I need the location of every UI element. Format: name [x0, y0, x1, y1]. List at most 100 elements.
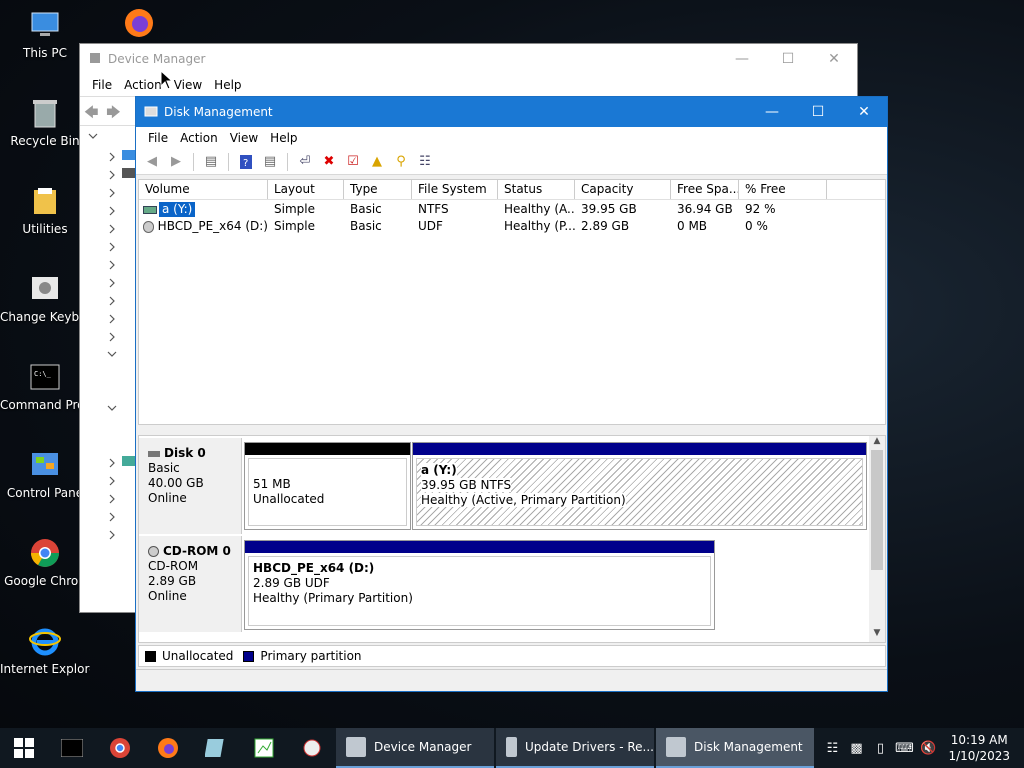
maximize-button[interactable]: ☐: [765, 44, 811, 74]
desktop-icon-this-pc[interactable]: This PC: [0, 8, 90, 61]
close-button[interactable]: ✕: [841, 97, 887, 127]
menu-file[interactable]: File: [86, 78, 118, 92]
taskbar-update-drivers[interactable]: Update Drivers - Re...: [496, 728, 654, 768]
desktop-icon-internet-explorer[interactable]: Internet Explorer: [0, 624, 90, 677]
maximize-button[interactable]: ☐: [795, 97, 841, 127]
device-manager-icon: [88, 51, 102, 68]
column-header-free-space[interactable]: Free Spa...: [671, 180, 739, 199]
desktop-icon-label: Control Pane: [6, 486, 84, 500]
column-header-file-system[interactable]: File System: [412, 180, 498, 199]
folder-icon: [28, 184, 62, 218]
volume-muted-icon[interactable]: 🔇: [916, 741, 940, 756]
volume-layout: Simple: [274, 202, 315, 216]
svg-text:C:\_: C:\_: [34, 370, 52, 378]
taskbar-notepad[interactable]: [192, 728, 240, 768]
search-folder-icon[interactable]: ⚲: [391, 152, 411, 172]
column-header-status[interactable]: Status: [498, 180, 575, 199]
legend-swatch-unallocated: [145, 650, 156, 662]
taskbar-firefox[interactable]: [144, 728, 192, 768]
volume-status: Healthy (P...: [504, 219, 575, 233]
clock[interactable]: 10:19 AM 1/10/2023: [940, 732, 1024, 764]
minimize-button[interactable]: —: [719, 44, 765, 74]
column-header-capacity[interactable]: Capacity: [575, 180, 671, 199]
network-icon[interactable]: ☷: [820, 741, 844, 756]
partition-name: HBCD_PE_x64 (D:): [253, 561, 375, 575]
disk-size: 2.89 GB: [148, 574, 197, 588]
delete-icon[interactable]: ✖: [319, 152, 339, 172]
disk-state: Online: [148, 491, 187, 505]
menu-view[interactable]: View: [168, 78, 208, 92]
column-header-layout[interactable]: Layout: [268, 180, 344, 199]
status-bar: [136, 669, 887, 691]
forward-icon[interactable]: ▶: [166, 152, 186, 172]
volume-type: Basic: [350, 219, 382, 233]
vertical-scrollbar[interactable]: ▲ ▼: [869, 436, 885, 642]
disk-row-disk0[interactable]: Disk 0 Basic 40.00 GB Online 51 MB Unall…: [139, 438, 869, 534]
menu-view[interactable]: View: [224, 131, 264, 145]
back-icon[interactable]: ◀: [142, 152, 162, 172]
partition-y[interactable]: a (Y:) 39.95 GB NTFS Healthy (Active, Pr…: [412, 442, 867, 530]
minimize-button[interactable]: —: [749, 97, 795, 127]
disk-label[interactable]: Disk 0 Basic 40.00 GB Online: [139, 438, 242, 534]
svg-text:?: ?: [243, 158, 248, 169]
list-icon[interactable]: ☷: [415, 152, 435, 172]
table-row[interactable]: HBCD_PE_x64 (D:) Simple Basic UDF Health…: [139, 218, 885, 235]
desktop-icon-recycle-bin[interactable]: Recycle Bin: [0, 96, 90, 149]
menu-file[interactable]: File: [142, 131, 174, 145]
table-row[interactable]: a (Y:) Simple Basic NTFS Healthy (A... 3…: [139, 201, 885, 218]
taskbar-disk-management[interactable]: Disk Management: [656, 728, 814, 768]
taskbar-button-label: Update Drivers - Re...: [524, 740, 654, 754]
forward-icon[interactable]: 🡆: [106, 102, 120, 126]
disk-state: Online: [148, 589, 187, 603]
menu-action[interactable]: Action: [174, 131, 224, 145]
column-header-volume[interactable]: Volume: [139, 180, 268, 199]
menu-help[interactable]: Help: [208, 78, 247, 92]
taskbar-chrome[interactable]: [96, 728, 144, 768]
scroll-up-icon[interactable]: ▲: [869, 436, 885, 450]
start-button[interactable]: [0, 728, 48, 768]
desktop-icon-google-chrome[interactable]: Google Chron: [0, 536, 90, 589]
disk-row-cdrom0[interactable]: CD-ROM 0 CD-ROM 2.89 GB Online HBCD_PE_x…: [139, 536, 869, 632]
help-icon[interactable]: ?: [236, 152, 256, 172]
taskbar-spreadsheet[interactable]: [240, 728, 288, 768]
volume-percent-free: 0 %: [745, 219, 768, 233]
volume-free-space: 36.94 GB: [677, 202, 733, 216]
desktop-icon-command-prompt[interactable]: C:\_ Command Prompt: [0, 360, 90, 413]
scroll-thumb[interactable]: [871, 450, 883, 570]
volume-list[interactable]: Volume Layout Type File System Status Ca…: [138, 179, 886, 425]
folder-up-icon[interactable]: ▲: [367, 152, 387, 172]
volume-capacity: 39.95 GB: [581, 202, 637, 216]
desktop-icon-utilities[interactable]: Utilities: [0, 184, 90, 237]
disk-graphical-view[interactable]: Disk 0 Basic 40.00 GB Online 51 MB Unall…: [138, 435, 886, 643]
device-manager-menubar: File Action View Help: [80, 74, 857, 96]
properties-icon[interactable]: ▤: [260, 152, 280, 172]
column-header-type[interactable]: Type: [344, 180, 412, 199]
taskbar-command-prompt[interactable]: [48, 728, 96, 768]
disk-label[interactable]: CD-ROM 0 CD-ROM 2.89 GB Online: [139, 536, 242, 632]
unallocated-region[interactable]: 51 MB Unallocated: [244, 442, 411, 530]
back-icon[interactable]: 🡄: [84, 102, 98, 126]
menu-help[interactable]: Help: [264, 131, 303, 145]
firefox-desktop-icon[interactable]: [94, 6, 184, 44]
partition-size: 39.95 GB NTFS: [421, 478, 512, 492]
close-button[interactable]: ✕: [811, 44, 857, 74]
desktop-icon-label: Recycle Bin: [10, 134, 80, 148]
scroll-down-icon[interactable]: ▼: [869, 628, 885, 642]
disk-management-window[interactable]: Disk Management — ☐ ✕ File Action View H…: [135, 96, 888, 692]
taskbar-device-manager[interactable]: Device Manager: [336, 728, 494, 768]
taskbar-tool[interactable]: [288, 728, 336, 768]
volume-name: a (Y:): [159, 202, 196, 217]
desktop-icon-change-keyboard[interactable]: Change Keyboard Layo: [0, 272, 90, 325]
desktop-icon-control-panel[interactable]: Control Pane: [0, 448, 90, 501]
usb-icon[interactable]: ▯: [868, 741, 892, 756]
connect-icon[interactable]: ⏎: [295, 152, 315, 172]
device-tree[interactable]: [80, 126, 136, 612]
column-header-percent-free[interactable]: % Free: [739, 180, 827, 199]
check-icon[interactable]: ☑: [343, 152, 363, 172]
show-hide-console-icon[interactable]: ▤: [201, 152, 221, 172]
partition-status: Healthy (Primary Partition): [253, 591, 413, 605]
partition-d[interactable]: HBCD_PE_x64 (D:) 2.89 GB UDF Healthy (Pr…: [244, 540, 715, 630]
gear-icon: [28, 272, 62, 306]
keyboard-icon[interactable]: ⌨: [892, 741, 916, 756]
display-icon[interactable]: ▩: [844, 741, 868, 756]
